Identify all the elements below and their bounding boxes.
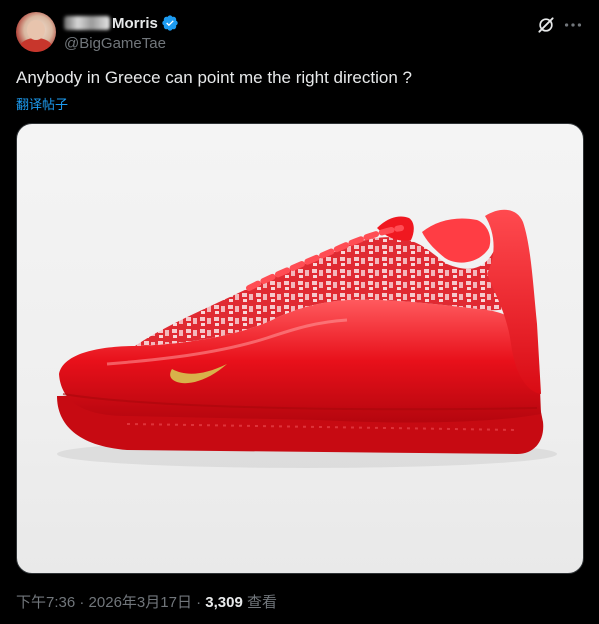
tweet-media[interactable] — [16, 123, 584, 574]
tweet-date[interactable]: 2026年3月17日 — [89, 594, 192, 611]
views-label: 查看 — [242, 594, 278, 611]
tweet-text: Anybody in Greece can point me the right… — [16, 68, 412, 87]
grok-icon[interactable] — [536, 15, 556, 35]
author-name-row[interactable]: Morris — [64, 14, 179, 32]
author-handle[interactable]: @BigGameTae — [64, 35, 166, 52]
meta-separator: · — [191, 594, 206, 611]
redacted-name-part — [64, 16, 110, 30]
user-avatar[interactable] — [16, 12, 56, 52]
avatar-shirt — [20, 38, 52, 52]
tweet: Morris @BigGameTae Anybody in Greece can… — [0, 0, 599, 624]
verified-badge-icon — [162, 15, 178, 31]
display-name[interactable]: Morris — [112, 15, 158, 32]
avatar-face — [27, 20, 45, 40]
tweet-time[interactable]: 下午7:36 — [16, 594, 75, 611]
tweet-meta: 下午7:36 · 2026年3月17日 · 3,309 查看 — [16, 591, 277, 612]
more-icon[interactable] — [562, 14, 584, 36]
view-count: 3,309 — [205, 594, 243, 611]
red-basketball-shoe-image — [57, 209, 557, 468]
meta-separator: · — [75, 594, 89, 611]
translate-post-link[interactable]: 翻译帖子 — [16, 94, 68, 113]
